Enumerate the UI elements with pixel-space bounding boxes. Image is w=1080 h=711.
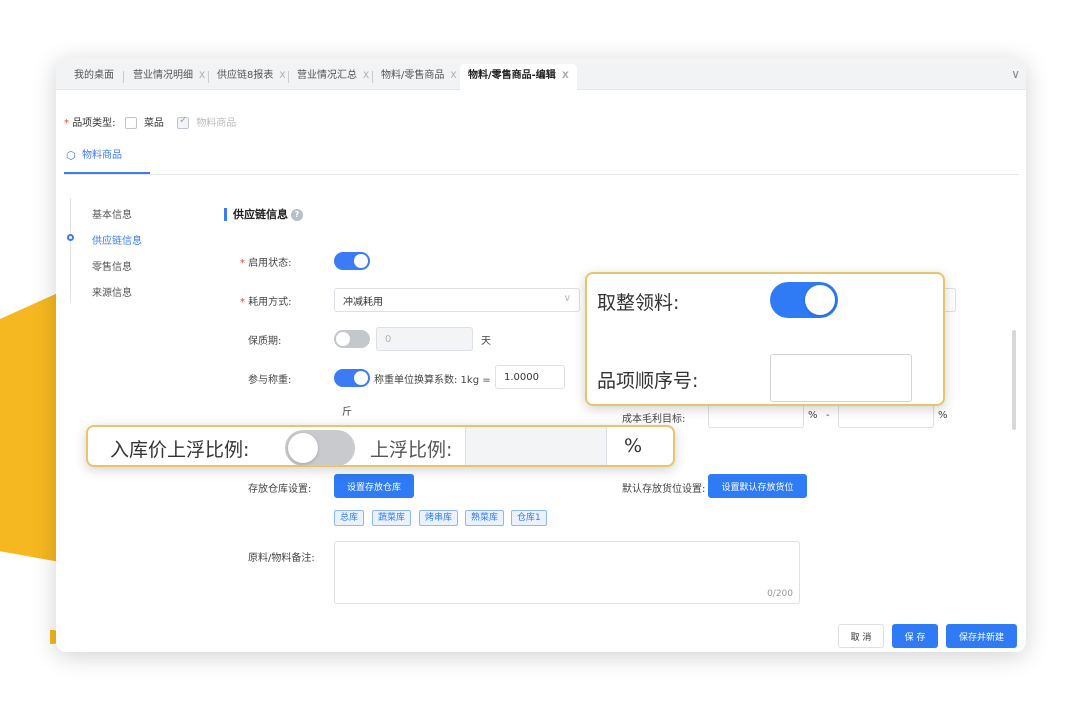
- save-and-new-button[interactable]: 保存并新建: [946, 624, 1017, 648]
- question-icon[interactable]: ?: [291, 209, 303, 221]
- shelf-life-unit: 天: [481, 336, 491, 347]
- warehouse-tag[interactable]: 熟菜库: [465, 510, 505, 526]
- tab-material-goods[interactable]: 物料/零售商品 X: [381, 66, 457, 90]
- tab-separator: [288, 71, 289, 83]
- item-order-label: 品项顺序号:: [597, 370, 699, 392]
- close-icon[interactable]: X: [450, 71, 456, 81]
- required-mark: *: [64, 118, 69, 129]
- shelf-life-label: 保质期:: [248, 336, 282, 347]
- inbound-price-float-label: 入库价上浮比例:: [110, 439, 250, 461]
- weighing-toggle[interactable]: [334, 369, 370, 387]
- set-default-location-button[interactable]: 设置默认存放货位: [708, 474, 807, 498]
- decorative-yellow-shape: [0, 292, 60, 562]
- enable-status-label: * 启用状态:: [240, 258, 292, 269]
- range-dash: -: [826, 410, 830, 421]
- anchor-line: [70, 198, 71, 302]
- anchor-active-dot: [67, 234, 74, 241]
- close-icon[interactable]: X: [199, 71, 205, 81]
- remark-label: 原料/物料备注:: [248, 553, 315, 564]
- set-warehouse-button[interactable]: 设置存放仓库: [334, 474, 414, 498]
- float-ratio-label: 上浮比例:: [370, 439, 453, 461]
- float-ratio-input[interactable]: [465, 427, 607, 465]
- weighing-unit: 斤: [342, 407, 352, 418]
- percent-unit: %: [808, 410, 818, 421]
- cost-margin-label: 成本毛利目标:: [622, 414, 686, 425]
- zoom-callout-left: 入库价上浮比例: 上浮比例: %: [86, 425, 675, 467]
- cost-margin-min-input[interactable]: [708, 404, 804, 428]
- tab-separator: [372, 71, 373, 83]
- warehouse-tag[interactable]: 仓库1: [511, 510, 547, 526]
- dish-checkbox[interactable]: [124, 117, 137, 129]
- scrollbar[interactable]: [1012, 330, 1016, 430]
- zoom-callout-right: 取整领料: 品项顺序号:: [585, 272, 945, 406]
- inbound-price-float-toggle[interactable]: [285, 430, 355, 466]
- tab-bar: 我的桌面 营业情况明细 X 供应链8报表 X 营业情况汇总 X 物料/零售商品 X 物料…: [56, 58, 1026, 90]
- warehouse-label: 存放仓库设置:: [248, 484, 312, 495]
- char-counter: 0/200: [767, 589, 793, 599]
- save-button[interactable]: 保 存: [892, 624, 938, 648]
- shelf-life-toggle[interactable]: [334, 330, 370, 348]
- remark-textarea[interactable]: 0/200: [334, 541, 800, 604]
- weighing-label: 参与称重:: [248, 375, 292, 386]
- tab-supply-report[interactable]: 供应链8报表 X: [217, 66, 286, 90]
- cost-margin-max-input[interactable]: [838, 404, 934, 428]
- shelf-life-input[interactable]: 0: [376, 327, 473, 351]
- anchor-retail-info[interactable]: 零售信息: [92, 258, 132, 273]
- default-location-label: 默认存放货位设置:: [622, 484, 706, 495]
- enable-status-toggle[interactable]: [334, 252, 370, 270]
- tab-business-detail[interactable]: 营业情况明细 X: [133, 66, 205, 90]
- anchor-supply-chain-info[interactable]: 供应链信息: [92, 232, 142, 247]
- cube-icon: ⬡: [66, 149, 76, 162]
- consume-mode-select[interactable]: 冲减耗用 ∨: [334, 288, 580, 312]
- cancel-button[interactable]: 取 消: [838, 624, 884, 648]
- item-order-input[interactable]: [770, 354, 912, 402]
- percent-unit: %: [938, 410, 948, 421]
- category-type-row: * 品项类型: 菜品 物料商品: [64, 114, 236, 129]
- chevron-down-icon: ∨: [563, 293, 571, 304]
- tab-material-goods-section[interactable]: ⬡ 物料商品: [64, 144, 150, 174]
- close-icon[interactable]: X: [279, 71, 285, 81]
- tab-separator: [208, 71, 209, 83]
- anchor-basic-info[interactable]: 基本信息: [92, 206, 132, 221]
- chevron-down-icon[interactable]: ∨: [1011, 67, 1020, 81]
- consume-mode-label: * 耗用方式:: [240, 297, 292, 308]
- material-goods-checkbox[interactable]: [177, 115, 190, 129]
- tab-business-summary[interactable]: 营业情况汇总 X: [297, 66, 369, 90]
- weighing-factor-label: 称重单位换算系数: 1kg =: [374, 375, 491, 386]
- whole-pick-toggle[interactable]: [770, 282, 838, 318]
- warehouse-tag[interactable]: 总库: [334, 510, 365, 526]
- tab-desktop[interactable]: 我的桌面: [74, 66, 114, 90]
- section-title: 供应链信息?: [224, 208, 303, 221]
- warehouse-tag[interactable]: 蔬菜库: [372, 510, 412, 526]
- tab-separator: [123, 71, 124, 83]
- close-icon[interactable]: X: [562, 71, 569, 81]
- close-icon[interactable]: X: [363, 71, 369, 81]
- divider: [64, 174, 1019, 175]
- weighing-factor-input[interactable]: 1.0000: [495, 365, 565, 389]
- warehouse-tag[interactable]: 烤串库: [419, 510, 459, 526]
- whole-pick-label: 取整领料:: [597, 292, 680, 314]
- tab-material-goods-edit[interactable]: 物料/零售商品-编辑 X: [460, 64, 577, 90]
- anchor-source-info[interactable]: 来源信息: [92, 284, 132, 299]
- percent-unit: %: [624, 435, 643, 457]
